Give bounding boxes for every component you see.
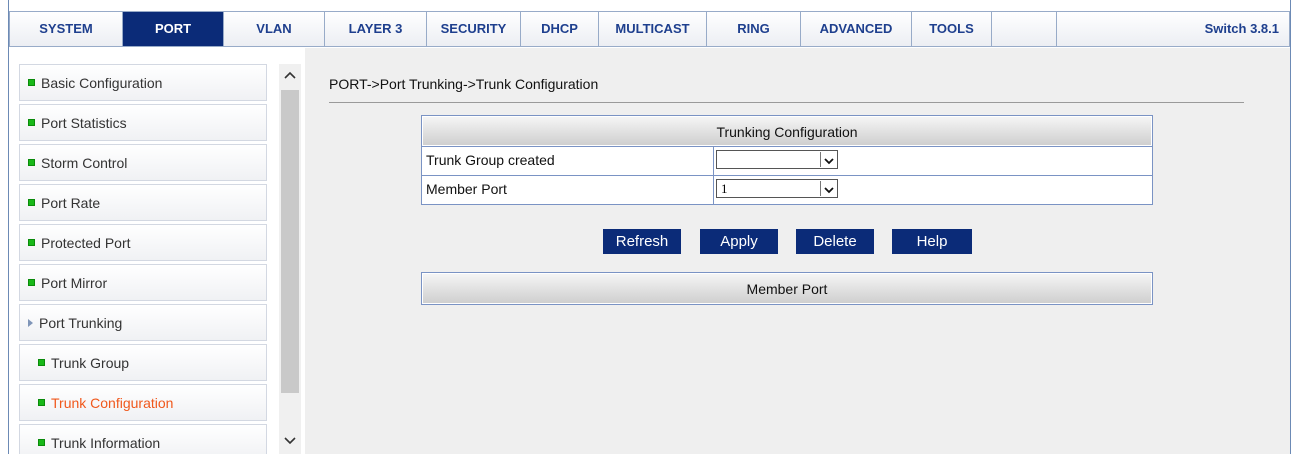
sidebar-item-port-rate[interactable]: Port Rate [19, 184, 267, 221]
member-port-cell: 1 [714, 176, 1152, 204]
tab-tools[interactable]: TOOLS [912, 12, 992, 46]
bullet-icon [38, 399, 45, 407]
right-frame-border [1290, 0, 1297, 454]
delete-button[interactable]: Delete [796, 229, 874, 254]
sidebar-item-storm-control[interactable]: Storm Control [19, 144, 267, 181]
divider [329, 102, 1244, 103]
tab-system[interactable]: SYSTEM [10, 12, 123, 46]
sidebar-item-protected-port[interactable]: Protected Port [19, 224, 267, 261]
tab-advanced[interactable]: ADVANCED [801, 12, 912, 46]
tab-spacer [992, 12, 1057, 46]
bullet-icon [28, 239, 35, 247]
sidebar-item-label: Trunk Configuration [51, 395, 174, 411]
tab-layer3[interactable]: LAYER 3 [325, 12, 427, 46]
member-port-table-header: Member Port [422, 273, 1152, 304]
sidebar-item-trunk-group[interactable]: Trunk Group [19, 344, 267, 381]
bullet-icon [28, 119, 35, 127]
dropdown-arrow-icon [820, 152, 836, 167]
main-content: PORT->Port Trunking->Trunk Configuration… [305, 48, 1290, 454]
sidebar-item-label: Port Statistics [41, 115, 127, 131]
version-label: Switch 3.8.1 [1204, 21, 1279, 36]
trunk-group-row: Trunk Group created [422, 146, 1152, 175]
member-port-select[interactable]: 1 [716, 179, 838, 198]
bullet-icon [28, 279, 35, 287]
bullet-icon [28, 159, 35, 167]
tab-vlan[interactable]: VLAN [224, 12, 325, 46]
scroll-thumb[interactable] [281, 90, 299, 393]
chevron-up-icon [284, 71, 296, 79]
apply-button[interactable]: Apply [700, 229, 778, 254]
scroll-up-button[interactable] [279, 64, 301, 88]
trunk-group-label: Trunk Group created [422, 147, 714, 175]
sidebar-item-label: Basic Configuration [41, 75, 163, 91]
sidebar-item-port-trunking[interactable]: Port Trunking [19, 304, 267, 341]
bullet-icon [38, 439, 45, 447]
sidebar-scrollbar[interactable] [279, 64, 301, 454]
sidebar-item-label: Trunk Information [51, 435, 161, 451]
sidebar-item-port-statistics[interactable]: Port Statistics [19, 104, 267, 141]
tab-dhcp[interactable]: DHCP [521, 12, 599, 46]
tab-multicast[interactable]: MULTICAST [599, 12, 707, 46]
sidebar-item-label: Port Mirror [41, 275, 108, 291]
sidebar-item-label: Trunk Group [51, 355, 130, 371]
trunk-group-select[interactable] [716, 150, 838, 169]
sidebar-menu: Basic Configuration Port Statistics Stor… [19, 64, 269, 454]
help-button[interactable]: Help [892, 229, 972, 254]
trunking-config-title: Trunking Configuration [422, 116, 1152, 146]
tab-security[interactable]: SECURITY [427, 12, 521, 46]
sidebar-item-port-mirror[interactable]: Port Mirror [19, 264, 267, 301]
chevron-down-icon [284, 437, 296, 445]
member-port-label: Member Port [422, 176, 714, 204]
bullet-icon [38, 359, 45, 367]
member-port-row: Member Port 1 [422, 175, 1152, 204]
top-navigation: SYSTEM PORT VLAN LAYER 3 SECURITY DHCP M… [9, 11, 1290, 47]
sidebar-item-label: Port Rate [41, 195, 101, 211]
bullet-icon [28, 199, 35, 207]
sidebar-item-label: Port Trunking [39, 315, 123, 331]
trunking-config-table: Trunking Configuration Trunk Group creat… [421, 115, 1153, 205]
scroll-down-button[interactable] [279, 430, 301, 454]
sidebar-item-trunk-information[interactable]: Trunk Information [19, 424, 267, 454]
sidebar-item-label: Storm Control [41, 155, 128, 171]
sidebar-item-basic-configuration[interactable]: Basic Configuration [19, 64, 267, 101]
member-port-selected-value: 1 [721, 181, 728, 196]
trunk-group-cell [714, 147, 1152, 175]
member-port-table: Member Port [421, 272, 1153, 305]
dropdown-arrow-icon [820, 181, 836, 196]
sidebar-item-trunk-configuration[interactable]: Trunk Configuration [19, 384, 267, 421]
bullet-icon [28, 79, 35, 87]
sidebar-item-label: Protected Port [41, 235, 131, 251]
left-frame-border [0, 0, 9, 454]
tab-port[interactable]: PORT [123, 12, 224, 46]
tab-ring[interactable]: RING [707, 12, 801, 46]
refresh-button[interactable]: Refresh [603, 229, 681, 254]
expand-arrow-icon [28, 318, 33, 327]
breadcrumb: PORT->Port Trunking->Trunk Configuration [329, 76, 599, 92]
